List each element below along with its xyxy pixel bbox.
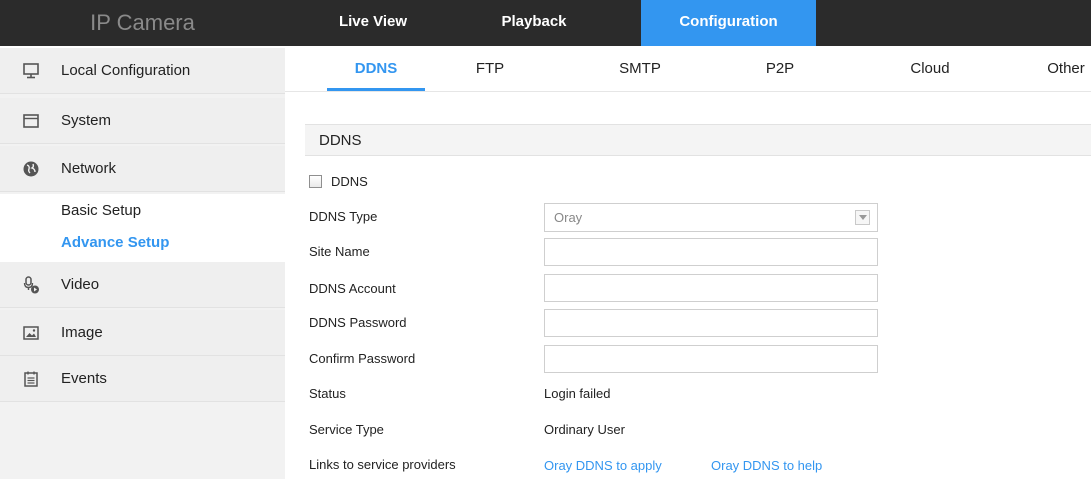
service-type-label: Service Type [309, 422, 384, 437]
tab-configuration[interactable]: Configuration [641, 0, 816, 46]
confirm-password-input[interactable] [544, 345, 878, 373]
sidebar-item-label: Local Configuration [61, 62, 191, 79]
sidebar-item-label: Video [61, 276, 100, 293]
subtab-cloud[interactable]: Cloud [900, 48, 960, 90]
oray-help-link[interactable]: Oray DDNS to help [711, 458, 822, 473]
tab-playback[interactable]: Playback [478, 0, 590, 46]
links-label: Links to service providers [309, 457, 456, 472]
site-name-input[interactable] [544, 238, 878, 266]
sidebar-item-label: Image [61, 324, 103, 341]
sidebar-item-system[interactable]: System [0, 98, 285, 144]
site-name-label: Site Name [309, 244, 370, 259]
top-bar: IP Camera Live View Playback Configurati… [0, 0, 1091, 46]
sidebar: Local Configuration System Network Basic… [0, 48, 285, 479]
ddns-type-value: Oray [554, 210, 583, 225]
ddns-type-label: DDNS Type [309, 209, 378, 224]
chevron-down-icon [855, 210, 870, 225]
window-icon [22, 112, 40, 130]
ddns-password-label: DDNS Password [309, 315, 407, 330]
ddns-enable-checkbox[interactable] [309, 175, 322, 188]
image-icon [22, 324, 40, 342]
app-title: IP Camera [90, 10, 195, 35]
ddns-account-label: DDNS Account [309, 281, 396, 296]
subtab-smtp[interactable]: SMTP [610, 48, 670, 90]
service-type-value: Ordinary User [544, 422, 625, 437]
subtab-other[interactable]: Other [1041, 48, 1091, 90]
status-value: Login failed [544, 386, 611, 401]
calendar-icon [22, 370, 40, 388]
config-subtabs: DDNS FTP SMTP P2P Cloud Other [285, 48, 1091, 92]
sidebar-item-events[interactable]: Events [0, 356, 285, 402]
sidebar-item-label: Events [61, 370, 107, 387]
monitor-icon [22, 62, 40, 80]
section-header: DDNS [305, 124, 1091, 156]
subtab-p2p[interactable]: P2P [755, 48, 805, 90]
submenu-item-advance-setup[interactable]: Advance Setup [61, 234, 169, 251]
ddns-password-input[interactable] [544, 309, 878, 337]
subtab-ddns[interactable]: DDNS [327, 48, 425, 91]
sidebar-item-image[interactable]: Image [0, 310, 285, 356]
ddns-enable-label: DDNS [331, 174, 368, 189]
ddns-type-select[interactable]: Oray [544, 203, 878, 232]
sidebar-item-label: System [61, 112, 112, 129]
subtab-ftp[interactable]: FTP [465, 48, 515, 90]
tab-live-view[interactable]: Live View [318, 0, 428, 46]
confirm-password-label: Confirm Password [309, 351, 416, 366]
sidebar-item-label: Network [61, 160, 117, 177]
ddns-account-input[interactable] [544, 274, 878, 302]
sidebar-item-local-configuration[interactable]: Local Configuration [0, 48, 285, 94]
globe-icon [22, 160, 40, 178]
network-submenu: Basic Setup Advance Setup [0, 194, 285, 262]
oray-apply-link[interactable]: Oray DDNS to apply [544, 458, 662, 473]
sidebar-item-network[interactable]: Network [0, 146, 285, 192]
sidebar-item-video[interactable]: Video [0, 262, 285, 308]
submenu-item-basic-setup[interactable]: Basic Setup [61, 202, 141, 219]
video-mic-icon [22, 276, 40, 294]
status-label: Status [309, 386, 346, 401]
